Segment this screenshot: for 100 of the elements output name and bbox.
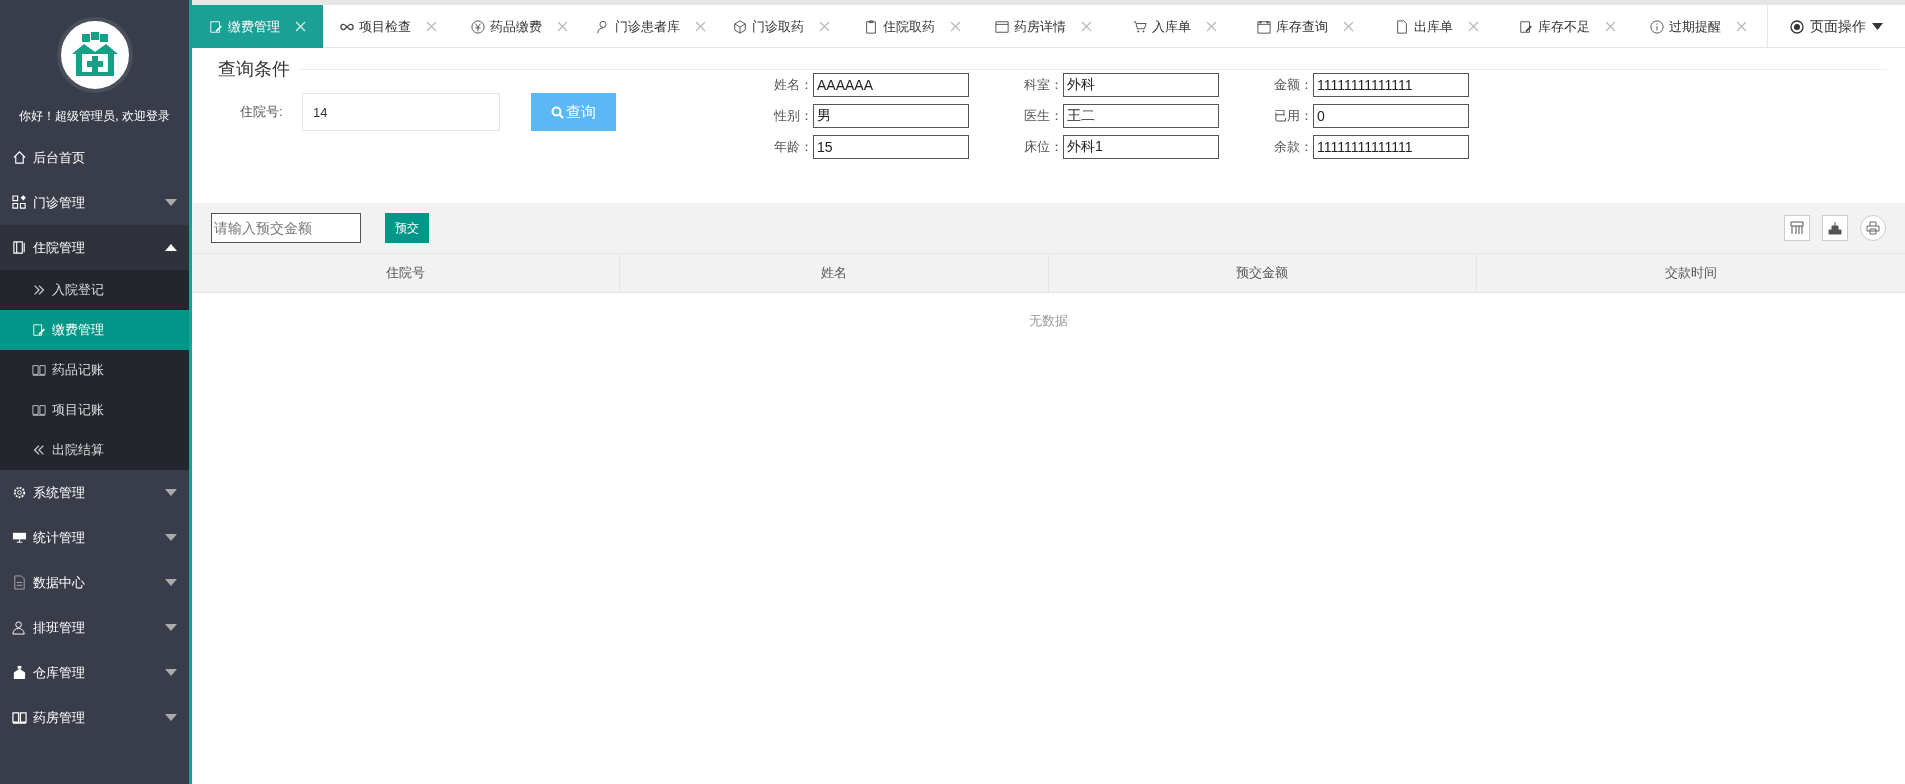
caret-icon bbox=[165, 714, 177, 721]
greeting-text: 你好！超级管理员, 欢迎登录 bbox=[18, 108, 171, 125]
submenu-item[interactable]: 药品记账 bbox=[0, 350, 189, 390]
cube-icon bbox=[733, 19, 747, 34]
tab[interactable]: 库存查询 bbox=[1240, 5, 1371, 48]
menu-item[interactable]: 后台首页 bbox=[0, 135, 189, 180]
close-icon[interactable] bbox=[1343, 21, 1354, 32]
close-icon[interactable] bbox=[1081, 21, 1092, 32]
field-label: 年龄： bbox=[773, 138, 813, 157]
tab[interactable]: 项目检查 bbox=[323, 5, 454, 48]
text-field[interactable]: AAAAAA bbox=[813, 73, 969, 97]
close-icon[interactable] bbox=[1605, 21, 1616, 32]
submenu-item[interactable]: 缴费管理 bbox=[0, 310, 189, 350]
menu-item[interactable]: 排班管理 bbox=[0, 605, 189, 650]
export-button[interactable] bbox=[1822, 215, 1848, 241]
column-header[interactable]: 住院号 bbox=[192, 254, 621, 292]
info-icon bbox=[1650, 19, 1664, 34]
close-icon[interactable] bbox=[426, 21, 437, 32]
menu-item[interactable]: 系统管理 bbox=[0, 470, 189, 515]
close-icon[interactable] bbox=[694, 21, 706, 32]
empty-message: 无数据 bbox=[1028, 312, 1069, 330]
menu-item[interactable]: 门诊管理 bbox=[0, 180, 189, 225]
caret-icon bbox=[165, 489, 177, 496]
caret-icon bbox=[165, 579, 177, 586]
calendar-icon bbox=[1257, 19, 1271, 34]
close-icon[interactable] bbox=[950, 21, 961, 32]
submenu-item[interactable]: 入院登记 bbox=[0, 270, 189, 310]
section-title: 查询条件 bbox=[217, 58, 291, 81]
field-label: 性别： bbox=[773, 107, 813, 126]
submenu-item[interactable]: 项目记账 bbox=[0, 390, 189, 430]
text-field[interactable]: 11111111111111 bbox=[1313, 73, 1469, 97]
field-label: 医生： bbox=[1023, 107, 1063, 126]
text-field[interactable]: 男 bbox=[813, 104, 969, 128]
yen-icon bbox=[471, 19, 485, 34]
column-header[interactable]: 交款时间 bbox=[1476, 254, 1905, 292]
document-icon bbox=[12, 240, 27, 255]
submenu-item[interactable]: 出院结算 bbox=[0, 430, 189, 470]
menu-item[interactable]: 药房管理 bbox=[0, 695, 189, 740]
book-icon bbox=[12, 710, 27, 725]
book-icon bbox=[32, 403, 46, 417]
edit-icon bbox=[209, 19, 223, 34]
close-icon[interactable] bbox=[1205, 21, 1217, 32]
field-label: 余款： bbox=[1273, 138, 1313, 157]
columns-button[interactable] bbox=[1784, 215, 1810, 241]
caret-icon bbox=[1872, 23, 1883, 30]
window-icon bbox=[995, 19, 1009, 34]
admission-number-input[interactable]: 14 bbox=[302, 93, 500, 131]
caret-icon bbox=[165, 244, 177, 251]
double-chevron-left-icon bbox=[32, 443, 46, 457]
gear-icon bbox=[12, 485, 27, 500]
field-label: 科室： bbox=[1023, 76, 1063, 95]
tab[interactable]: 库存不足 bbox=[1502, 5, 1633, 48]
tab[interactable]: 门诊取药 bbox=[716, 5, 847, 48]
text-field[interactable]: 15 bbox=[813, 135, 969, 159]
tab[interactable]: 住院取药 bbox=[847, 5, 978, 48]
tab[interactable]: 出库单 bbox=[1371, 5, 1502, 48]
caret-icon bbox=[165, 534, 177, 541]
text-field[interactable]: 外科 bbox=[1063, 73, 1219, 97]
print-icon bbox=[1866, 221, 1880, 235]
close-icon[interactable] bbox=[819, 21, 830, 32]
text-field[interactable]: 11111111111111 bbox=[1313, 135, 1469, 159]
file-icon bbox=[1394, 19, 1409, 34]
text-field[interactable]: 外科1 bbox=[1063, 135, 1219, 159]
field-label: 床位： bbox=[1023, 138, 1063, 157]
export-icon bbox=[1828, 221, 1842, 235]
page-actions-button[interactable]: 页面操作 bbox=[1767, 5, 1905, 48]
print-button[interactable] bbox=[1860, 215, 1886, 241]
text-field[interactable]: 0 bbox=[1313, 104, 1469, 128]
text-field[interactable]: 王二 bbox=[1063, 104, 1219, 128]
column-header[interactable]: 预交金额 bbox=[1048, 254, 1477, 292]
deposit-button[interactable]: 预交 bbox=[385, 213, 429, 243]
building-icon bbox=[12, 665, 27, 680]
field-label: 住院号: bbox=[240, 103, 284, 122]
caret-icon bbox=[165, 624, 177, 631]
close-icon[interactable] bbox=[557, 21, 568, 32]
close-icon[interactable] bbox=[1467, 21, 1479, 32]
menu-item[interactable]: 数据中心 bbox=[0, 560, 189, 605]
tab[interactable]: 药品缴费 bbox=[454, 5, 585, 48]
monitor-icon bbox=[12, 530, 27, 545]
radio-icon bbox=[1790, 19, 1804, 34]
close-icon[interactable] bbox=[1736, 21, 1747, 32]
home-icon bbox=[12, 150, 27, 165]
tab[interactable]: 门诊患者库 bbox=[585, 5, 716, 48]
deposit-amount-input[interactable]: 请输入预交金额 bbox=[211, 213, 361, 243]
tab[interactable]: 过期提醒 bbox=[1633, 5, 1764, 48]
menu-item[interactable]: 仓库管理 bbox=[0, 650, 189, 695]
caret-icon bbox=[165, 199, 177, 206]
book-icon bbox=[32, 363, 46, 377]
tab[interactable]: 入库单 bbox=[1109, 5, 1240, 48]
column-header[interactable]: 姓名 bbox=[620, 254, 1049, 292]
menu-item[interactable]: 住院管理 bbox=[0, 225, 189, 270]
edit-icon bbox=[1519, 19, 1533, 34]
document-icon bbox=[12, 575, 27, 590]
search-icon bbox=[551, 105, 564, 119]
field-label: 已用： bbox=[1273, 107, 1313, 126]
edit-icon bbox=[32, 323, 46, 337]
menu-item[interactable]: 统计管理 bbox=[0, 515, 189, 560]
double-chevron-right-icon bbox=[32, 283, 46, 297]
tab[interactable]: 药房详情 bbox=[978, 5, 1109, 48]
field-label: 金额： bbox=[1273, 76, 1313, 95]
